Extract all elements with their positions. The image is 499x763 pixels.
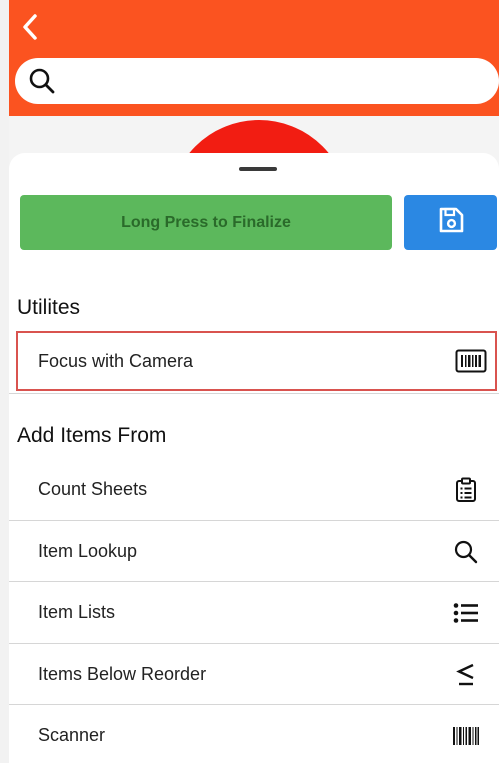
search-input[interactable] <box>65 60 499 102</box>
barcode-box-icon <box>455 346 487 376</box>
utility-item-focus-with-camera[interactable]: Focus with Camera <box>16 331 497 391</box>
chevron-left-icon <box>21 13 39 46</box>
save-button[interactable] <box>404 195 497 250</box>
less-than-equal-icon <box>451 660 481 690</box>
back-button[interactable] <box>15 12 45 46</box>
search-bar[interactable] <box>15 58 499 104</box>
add-item-item-lists[interactable]: Item Lists <box>9 582 499 643</box>
add-item-label: Item Lists <box>38 602 116 622</box>
add-item-label: Item Lookup <box>38 541 138 561</box>
clipboard-list-icon <box>451 475 481 505</box>
list-icon <box>451 598 481 628</box>
app-header <box>9 0 499 116</box>
add-item-label: Items Below Reorder <box>38 664 207 684</box>
divider <box>9 393 499 394</box>
add-item-items-below-reorder[interactable]: Items Below Reorder <box>9 644 499 705</box>
add-item-label: Scanner <box>38 725 106 745</box>
add-item-label: Count Sheets <box>38 479 148 499</box>
bottom-sheet: Long Press to Finalize Utilites Focus wi… <box>9 153 499 763</box>
utilities-section-title: Utilites <box>17 296 81 319</box>
screen: Long Press to Finalize Utilites Focus wi… <box>0 0 499 763</box>
add-item-item-lookup[interactable]: Item Lookup <box>9 521 499 582</box>
add-item-count-sheets[interactable]: Count Sheets <box>9 459 499 520</box>
add-item-scanner[interactable]: Scanner <box>9 705 499 763</box>
sheet-drag-handle[interactable] <box>239 167 277 171</box>
search-icon <box>451 537 481 567</box>
finalize-button-label: Long Press to Finalize <box>121 213 291 231</box>
search-icon <box>25 64 59 98</box>
barcode-icon <box>451 721 481 751</box>
utility-item-label: Focus with Camera <box>38 350 194 371</box>
finalize-button[interactable]: Long Press to Finalize <box>20 195 392 250</box>
floppy-disk-icon <box>437 206 465 239</box>
add-items-section-title: Add Items From <box>17 424 167 447</box>
